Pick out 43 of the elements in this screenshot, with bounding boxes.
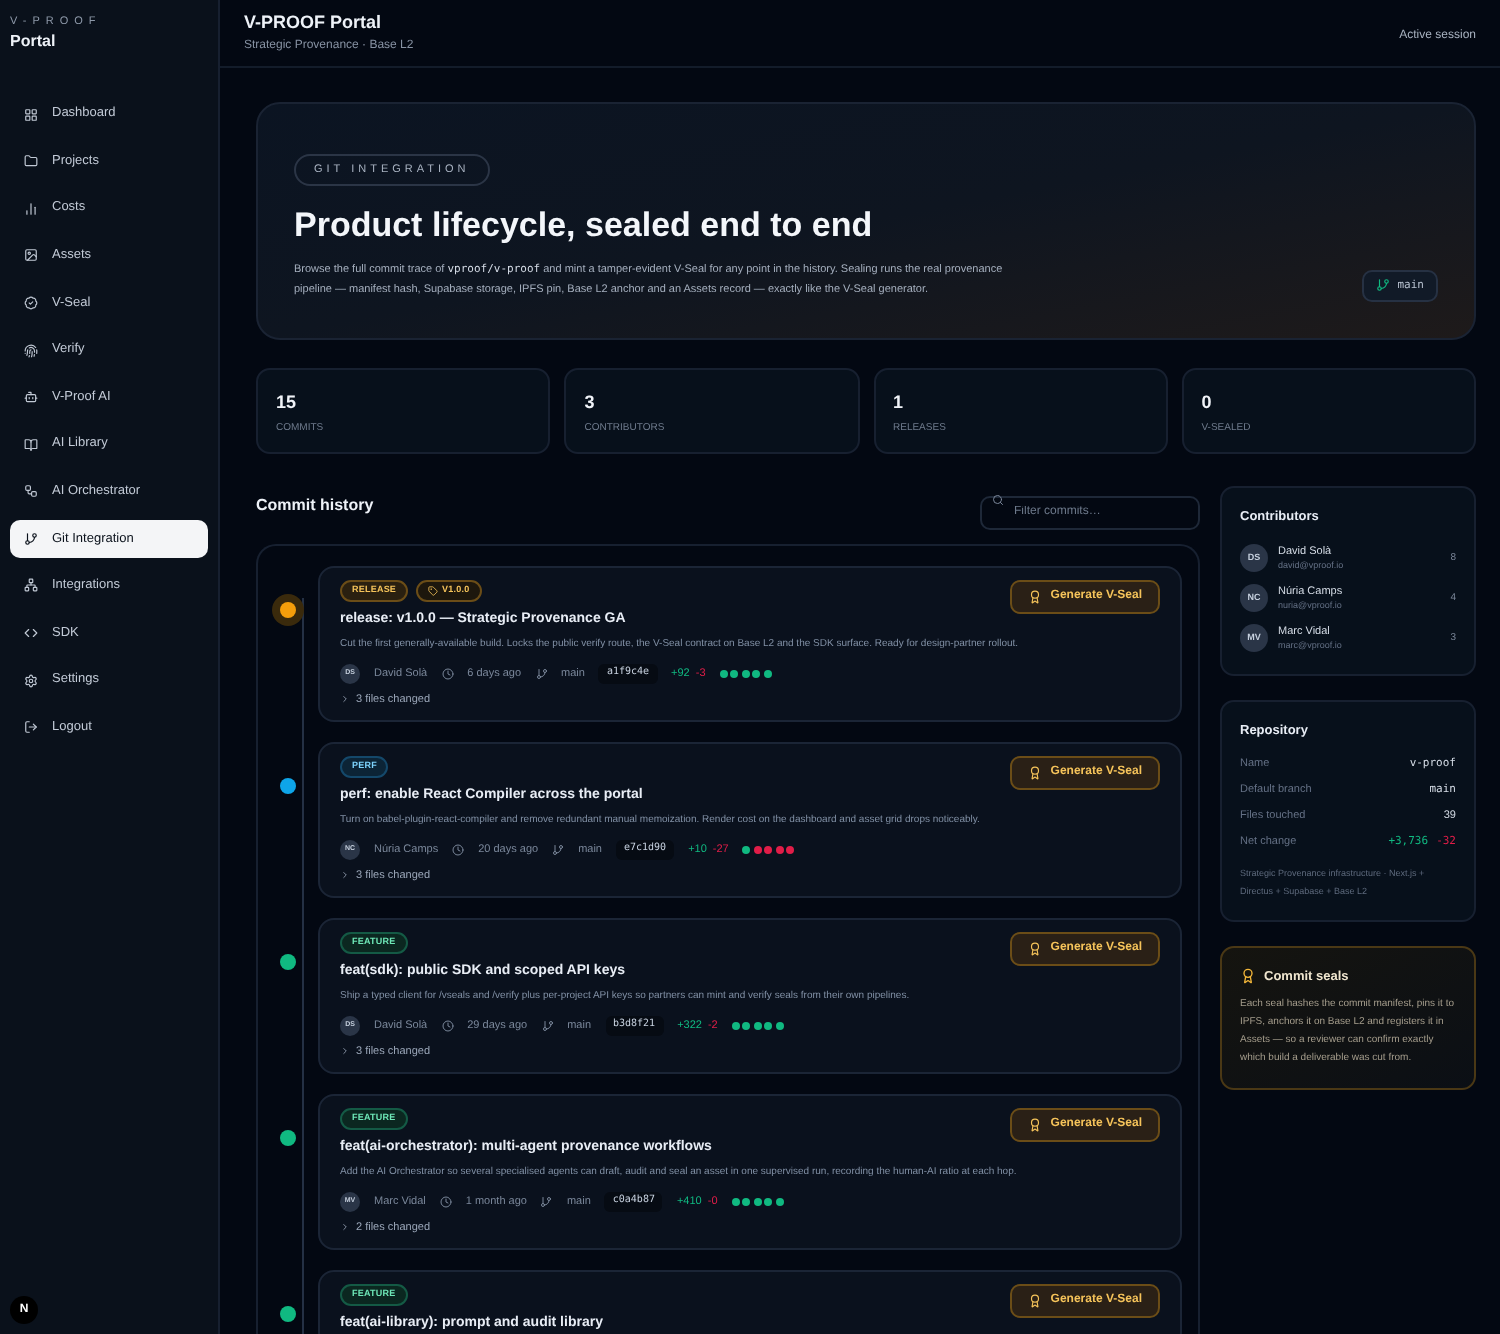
clock-icon: [439, 1195, 452, 1208]
branch-icon: [541, 1019, 554, 1032]
page-title: V-PROOF Portal: [244, 10, 384, 36]
branch-icon: [552, 843, 565, 856]
stat-value: 1: [893, 390, 906, 416]
robot-icon: [24, 390, 38, 405]
hero-title: Product lifecycle, sealed end to end: [294, 204, 875, 248]
seal-icon: [1028, 1294, 1043, 1308]
stat-value: 15: [276, 390, 299, 416]
search-icon: [992, 493, 1004, 505]
badge-icon: [24, 295, 38, 310]
seal-icon: [1028, 1118, 1043, 1132]
seal-icon: [1028, 942, 1043, 956]
seal-icon: [1028, 590, 1043, 604]
clock-icon: [441, 1019, 454, 1032]
settings-icon: [24, 673, 38, 688]
bar-chart-icon: [24, 201, 38, 216]
branch-icon: [535, 667, 548, 680]
dashboard-icon: [24, 107, 38, 122]
chevron-icon: [340, 1046, 350, 1057]
stat-value: 0: [1201, 390, 1214, 416]
fingerprint-icon: [24, 343, 38, 358]
branch-icon: [540, 1195, 553, 1208]
tag-icon: [428, 585, 439, 596]
branch-icon: [24, 531, 38, 546]
image-icon: [24, 248, 38, 263]
seal-icon: [1240, 968, 1256, 985]
brand-name: Portal: [10, 30, 58, 55]
code-icon: [24, 626, 38, 641]
chevron-icon: [340, 1222, 350, 1233]
section-title: Commit history: [256, 494, 374, 518]
folder-icon: [24, 154, 38, 169]
clock-icon: [452, 843, 465, 856]
branch-icon: [1375, 278, 1390, 293]
chevron-icon: [340, 694, 350, 705]
stat-value: 3: [584, 390, 597, 416]
chevron-icon: [340, 870, 350, 881]
seal-icon: [1028, 766, 1043, 780]
network-icon: [24, 578, 38, 593]
book-icon: [24, 437, 38, 452]
clock-icon: [441, 667, 454, 680]
logout-icon: [24, 720, 38, 735]
workflow-icon: [24, 484, 38, 499]
